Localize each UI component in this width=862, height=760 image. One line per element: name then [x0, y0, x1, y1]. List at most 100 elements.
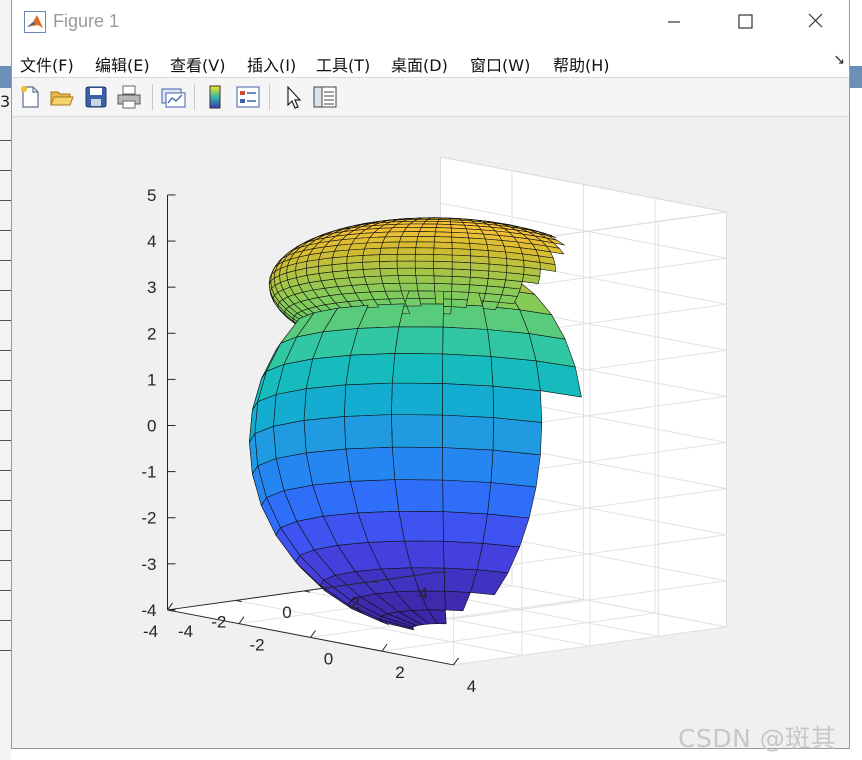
surface-patch [417, 231, 436, 237]
z-tick-label: 1 [147, 370, 156, 389]
print-icon[interactable] [115, 83, 143, 111]
surface-patch [433, 236, 453, 243]
z-tick-label: -3 [141, 555, 156, 574]
surface-patch [450, 298, 468, 308]
menu-file[interactable]: 文件(F) [20, 52, 74, 76]
surface-patch [391, 414, 443, 448]
surface-patch [345, 446, 396, 482]
x-tick-label: 4 [467, 677, 476, 696]
surface-patch [350, 326, 400, 356]
surface-patch [492, 417, 543, 456]
surface-patch [346, 255, 364, 264]
surface-patch [397, 241, 418, 249]
surface-patch [487, 482, 537, 519]
menu-tools[interactable]: 工具(T) [316, 52, 370, 76]
surface-patch [451, 254, 472, 263]
surface-patch [396, 260, 416, 269]
surface-patch [487, 329, 537, 362]
background-window-strip: 3 [0, 0, 11, 760]
edit-plot-arrow-icon[interactable] [279, 83, 307, 111]
surface-patch [382, 282, 402, 292]
menu-window[interactable]: 窗口(W) [470, 52, 530, 76]
surface-patch [343, 414, 393, 450]
surface-patch [414, 260, 434, 269]
surface-patch [451, 291, 470, 301]
window-title: Figure 1 [53, 11, 120, 31]
surface-patch [451, 276, 471, 285]
surface-patch [433, 241, 453, 249]
surface-patch [443, 540, 484, 571]
surface-patch [442, 353, 494, 387]
x-tick-label: 2 [395, 663, 404, 682]
x-tick-label: -4 [178, 622, 193, 641]
property-inspector-icon[interactable] [311, 83, 339, 111]
z-tick-label: 0 [147, 417, 156, 436]
new-figure-icon[interactable] [16, 83, 44, 111]
surface-patch [415, 275, 435, 284]
surface-patch [331, 256, 348, 265]
surface-patch [273, 388, 307, 427]
insert-colorbar-icon[interactable] [201, 83, 229, 111]
surface-patch [451, 261, 472, 271]
surface-patch [433, 275, 453, 285]
open-file-icon[interactable] [48, 83, 76, 111]
surface-patch [417, 290, 436, 299]
watermark: CSDN @斑其 [678, 724, 837, 753]
y-tick-label: -4 [143, 622, 158, 641]
menu-edit[interactable]: 编辑(E) [95, 52, 150, 76]
save-icon[interactable] [82, 83, 110, 111]
surface-patch [442, 511, 488, 544]
surface-patch [433, 254, 453, 263]
minimize-button[interactable] [659, 8, 689, 36]
surface-patch [487, 250, 507, 259]
figure-window: Figure 1 文件(F) 编辑(E) 查看(V) 插入(I) 工具(T) 桌… [11, 0, 850, 749]
y-tick-label: 4 [419, 584, 428, 603]
insert-legend-icon[interactable] [234, 83, 262, 111]
surface-patch [433, 283, 453, 292]
surface-patch [398, 510, 444, 542]
surface-patch [379, 247, 399, 255]
x-tick-label: -2 [249, 636, 264, 655]
surface-patch [380, 275, 400, 284]
surface-patch [394, 479, 444, 512]
surface-patch [451, 283, 470, 293]
surface-patch [379, 260, 398, 269]
surface-patch [396, 253, 416, 262]
surface-patch [433, 247, 453, 256]
surface-patch [394, 326, 444, 355]
surface-patch [350, 479, 400, 514]
menu-view[interactable]: 查看(V) [170, 52, 225, 76]
surface-patch [396, 247, 417, 255]
surface-patch [391, 353, 444, 384]
close-button[interactable] [801, 8, 831, 36]
surface-patch [362, 247, 382, 256]
surface-patch [303, 416, 347, 454]
z-tick-label: 2 [147, 324, 156, 343]
surface-patch [442, 326, 492, 357]
surface-plot[interactable]: 5 4 3 2 1 0 -1 -2 -3 -4 4 2 0 -2 -4 -4 -2 0 2 4 [12, 117, 849, 747]
surface-patch [362, 268, 382, 278]
surface-patch [346, 269, 365, 279]
menu-desktop[interactable]: 桌面(D) [391, 52, 448, 76]
surface-patch [399, 236, 419, 243]
menu-help[interactable]: 帮助(H) [553, 52, 610, 76]
surface-patch [442, 447, 494, 483]
z-tick-label: 3 [147, 278, 156, 297]
surface-patch [490, 356, 541, 392]
x-tick-label: 0 [324, 649, 333, 668]
title-bar[interactable]: Figure 1 [12, 0, 849, 44]
matlab-logo-icon [24, 11, 46, 33]
surface-patch [396, 267, 417, 276]
menu-insert[interactable]: 插入(I) [247, 52, 296, 76]
surface-patch [382, 236, 402, 243]
y-tick-label: -2 [211, 612, 226, 631]
link-plot-icon[interactable] [159, 83, 187, 111]
surface-patch [343, 382, 393, 417]
surface-patch [442, 479, 492, 515]
background-window-titlebar [0, 66, 11, 88]
dock-arrow-icon[interactable]: ↘ [833, 52, 845, 68]
surface-patch [379, 254, 398, 262]
y-tick-label: 0 [282, 603, 291, 622]
maximize-button[interactable] [730, 8, 760, 36]
surface-patch [380, 241, 400, 249]
